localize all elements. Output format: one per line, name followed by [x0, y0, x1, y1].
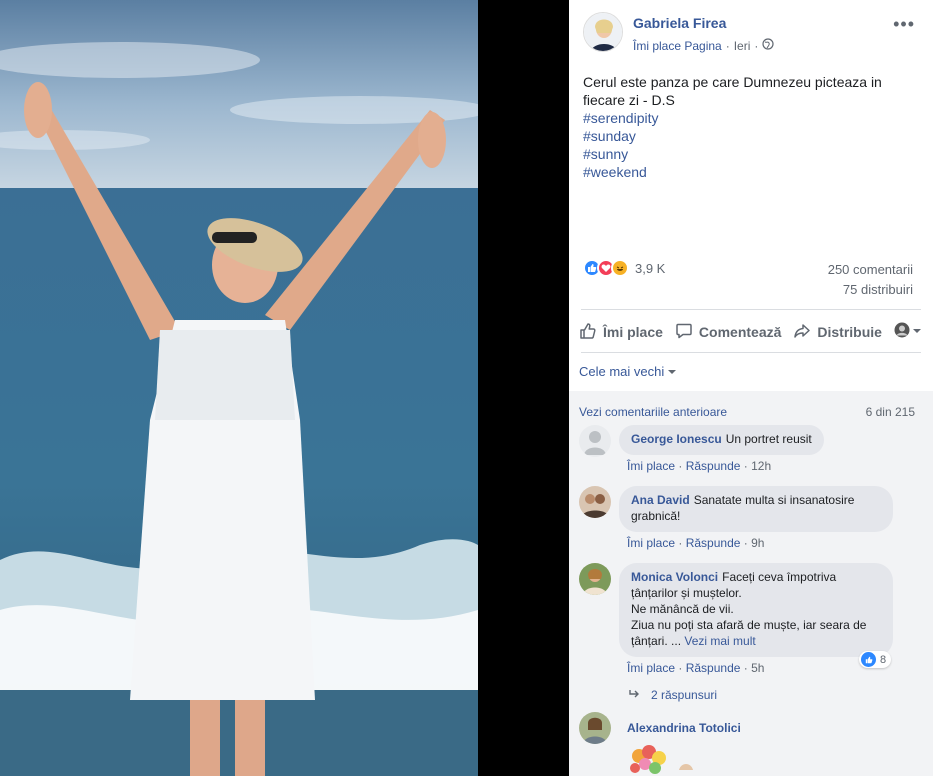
post-time[interactable]: Ieri: [734, 39, 751, 53]
sort-label: Cele mai vechi: [579, 364, 665, 379]
share-button[interactable]: Distribuie: [793, 322, 882, 343]
reaction-audience-selector[interactable]: [894, 322, 922, 343]
caret-down-icon: [668, 364, 677, 379]
commenter-avatar[interactable]: [579, 425, 611, 457]
thumbs-up-icon: [579, 322, 597, 343]
comment-button-label: Comentează: [698, 324, 782, 340]
comment-actions: Îmi place · Răspunde · 5h: [627, 661, 765, 675]
more-options-icon[interactable]: •••: [893, 14, 915, 35]
hashtag-link[interactable]: #sunny: [583, 145, 913, 163]
commenter-avatar[interactable]: [579, 563, 611, 595]
comment-text-line: Faceți ceva împotriva: [722, 570, 837, 584]
comment-like-count: 8: [880, 653, 887, 666]
comment-bubble: George Ionescu Un portret reusit: [619, 425, 824, 455]
haha-reaction-icon: [611, 259, 629, 277]
author-avatar[interactable]: [583, 12, 623, 52]
meta-separator: ·: [725, 38, 730, 53]
reactions-count[interactable]: 3,9 K: [635, 261, 665, 276]
see-more-link[interactable]: Vezi mai mult: [684, 634, 755, 648]
comment-text-line: Ziua nu poți sta afară de muște, iar sea…: [631, 618, 867, 632]
author-name[interactable]: Gabriela Firea: [633, 15, 726, 31]
comment-actions: Îmi place · Răspunde · 12h: [627, 459, 772, 473]
comment-bubble: Monica Volonci Faceți ceva împotriva țânț…: [619, 563, 893, 657]
comment-reply-link[interactable]: Răspunde: [686, 459, 741, 473]
hashtag-link[interactable]: #serendipity: [583, 109, 913, 127]
comment-reply-link[interactable]: Răspunde: [686, 536, 741, 550]
comment-text: Un portret reusit: [725, 432, 812, 446]
comment-text-line: țânțari. ...: [631, 634, 682, 648]
comment-like-link[interactable]: Îmi place: [627, 459, 675, 473]
photo-viewer-background: [478, 0, 569, 776]
post-photo[interactable]: [0, 0, 478, 776]
comment-reply-link[interactable]: Răspunde: [686, 661, 741, 675]
comments-shown-count: 6 din 215: [865, 405, 915, 419]
comment-button[interactable]: Comentează: [675, 322, 781, 343]
comment-like-link[interactable]: Îmi place: [627, 536, 675, 550]
comment-author[interactable]: George Ionescu: [631, 432, 722, 446]
comment-text-line: Ne mănâncă de vii.: [631, 602, 734, 616]
commenter-avatar[interactable]: [579, 486, 611, 518]
shares-count[interactable]: 75 distribuiri: [843, 282, 913, 297]
hashtag-link[interactable]: #sunday: [583, 127, 913, 145]
like-button[interactable]: Îmi place: [579, 322, 663, 343]
comments-count[interactable]: 250 comentarii: [828, 262, 913, 277]
reply-arrow-icon: [629, 688, 641, 702]
post-actions-bar: Îmi place Comentează Distribuie: [579, 318, 922, 346]
chevron-down-icon: [912, 323, 922, 341]
comment-text-line: țânțarilor și muștelor.: [631, 586, 742, 600]
post-caption: Cerul este panza pe care Dumnezeu pictea…: [583, 74, 882, 108]
comment-author[interactable]: Ana David: [631, 493, 690, 507]
view-replies-link[interactable]: 2 răspunsuri: [629, 688, 717, 702]
divider: [581, 352, 921, 353]
comment-icon: [675, 322, 693, 343]
like-page-link[interactable]: Îmi place Pagina: [633, 39, 722, 53]
meta-separator-2: ·: [754, 38, 759, 53]
comment-actions: Îmi place · Răspunde · 9h: [627, 536, 765, 550]
post-meta: Îmi place Pagina · Ieri ·: [633, 38, 774, 53]
divider: [581, 309, 921, 310]
reactions-summary[interactable]: 3,9 K: [583, 259, 665, 277]
comment-author[interactable]: Alexandrina Totolici: [627, 721, 741, 735]
comment-reaction-badge[interactable]: 8: [859, 651, 892, 668]
comment-sort-dropdown[interactable]: Cele mai vechi: [579, 364, 677, 379]
view-previous-comments-link[interactable]: Vezi comentariile anterioare: [579, 405, 727, 419]
comment-time[interactable]: 5h: [751, 661, 764, 675]
hashtag-link[interactable]: #weekend: [583, 163, 913, 181]
post-text: Cerul este panza pe care Dumnezeu pictea…: [583, 73, 913, 181]
share-button-label: Distribuie: [817, 324, 882, 340]
comment-time[interactable]: 12h: [751, 459, 771, 473]
comment-bubble: Ana David Sanatate multa si insanatosire …: [619, 486, 893, 532]
commenter-avatar[interactable]: [579, 712, 611, 744]
post-side-panel: Gabriela Firea Îmi place Pagina · Ieri ·…: [569, 0, 933, 776]
like-button-label: Îmi place: [603, 324, 663, 340]
page-avatar-icon: [894, 322, 910, 343]
globe-icon: [762, 38, 774, 53]
comment-time[interactable]: 9h: [751, 536, 764, 550]
share-icon: [793, 322, 811, 343]
comment-author[interactable]: Monica Volonci: [631, 570, 718, 584]
like-reaction-icon: [861, 652, 876, 667]
comment-like-link[interactable]: Îmi place: [627, 661, 675, 675]
flowers-sticker: [619, 740, 709, 776]
replies-label: 2 răspunsuri: [651, 688, 718, 702]
